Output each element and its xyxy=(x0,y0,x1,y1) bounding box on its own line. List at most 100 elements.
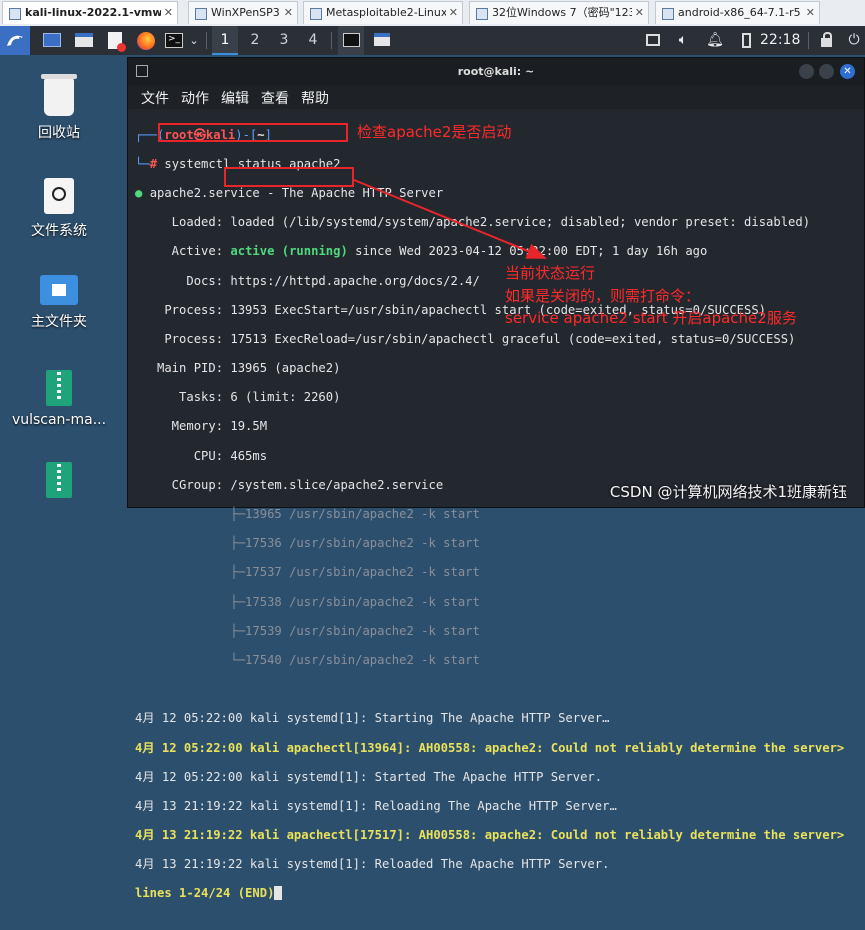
drive-icon xyxy=(44,178,74,214)
maximize-button[interactable] xyxy=(819,64,834,79)
csdn-watermark: CSDN @计算机网络技术1班康新钰 xyxy=(609,483,847,501)
vm-icon xyxy=(310,8,322,20)
terminal-titlebar[interactable]: root@kali: ~ ✕ xyxy=(128,58,864,85)
close-icon[interactable]: ✕ xyxy=(449,2,458,24)
volume-icon[interactable]: 🔈︎ xyxy=(672,26,694,55)
network-icon[interactable] xyxy=(642,26,664,55)
desktop-icon-vulscan[interactable]: vulscan-ma... xyxy=(0,370,118,428)
cgroup-process: └─17540 /usr/sbin/apache2 -k start xyxy=(135,652,480,667)
log-line-warning: 4月 13 21:19:22 kali apachectl[17517]: AH… xyxy=(135,828,845,843)
close-icon[interactable]: ✕ xyxy=(635,2,644,24)
power-icon[interactable]: ⏻ xyxy=(844,26,864,55)
process-line: Process: 17513 ExecReload=/usr/sbin/apac… xyxy=(135,331,796,346)
chevron-down-icon[interactable]: ⌄ xyxy=(186,26,202,55)
menu-view[interactable]: 查看 xyxy=(261,88,289,108)
home-folder-icon xyxy=(40,275,78,305)
vm-icon xyxy=(476,8,488,20)
close-icon[interactable]: ✕ xyxy=(164,2,173,24)
annotation-command-box xyxy=(158,123,348,142)
log-line-warning: 4月 12 05:22:00 kali apachectl[13964]: AH… xyxy=(135,740,845,755)
annotation-active-box xyxy=(224,167,354,187)
cgroup-process: ├─17538 /usr/sbin/apache2 -k start xyxy=(135,594,480,609)
menu-action[interactable]: 动作 xyxy=(181,88,209,108)
cgroup-process: ├─17536 /usr/sbin/apache2 -k start xyxy=(135,536,480,551)
annotation-command-note: 检查apache2是否启动 xyxy=(357,123,512,141)
panel-separator xyxy=(331,32,332,49)
active-state: active (running) xyxy=(230,244,348,259)
close-icon[interactable]: ✕ xyxy=(284,2,293,24)
firefox-icon[interactable] xyxy=(134,26,158,55)
terminal-title: root@kali: ~ xyxy=(457,65,535,78)
workspace-2[interactable]: 2 xyxy=(242,26,268,55)
vm-tab-winxp[interactable]: WinXPenSP3 ✕ xyxy=(188,1,298,24)
desktop-icon-label: 主文件夹 xyxy=(31,314,87,330)
menu-edit[interactable]: 编辑 xyxy=(221,88,249,108)
menu-help[interactable]: 帮助 xyxy=(301,88,329,108)
file-manager-icon[interactable] xyxy=(72,26,96,55)
pager-status-line: lines 1-24/24 (END) xyxy=(135,886,860,901)
docs-line: Docs: https://httpd.apache.org/docs/2.4/ xyxy=(135,273,480,288)
service-line: ● apache2.service - The Apache HTTP Serv… xyxy=(135,185,444,200)
vm-tab-android[interactable]: android-x86_64-7.1-r5 ✕ xyxy=(655,1,820,24)
close-icon[interactable]: ✕ xyxy=(806,2,815,24)
minimize-button[interactable] xyxy=(799,64,814,79)
cgroup-process: ├─17539 /usr/sbin/apache2 -k start xyxy=(135,623,480,638)
menu-file[interactable]: 文件 xyxy=(141,88,169,108)
desktop-icon-archive[interactable] xyxy=(0,462,118,498)
log-line: 4月 13 21:19:22 kali systemd[1]: Reloaded… xyxy=(135,857,610,872)
close-button[interactable]: ✕ xyxy=(840,64,855,79)
annotation-status-note-1: 当前状态运行 xyxy=(505,264,596,282)
terminal-launcher-icon[interactable]: >_ xyxy=(163,26,185,55)
archive-icon xyxy=(46,370,72,406)
desktop-icon-home[interactable]: 主文件夹 xyxy=(0,275,118,331)
panel-separator xyxy=(808,32,809,49)
panel-clock[interactable]: 22:18 xyxy=(760,26,800,55)
notification-bell-icon[interactable]: 🔔︎ xyxy=(704,26,726,55)
annotation-status-note-3: service apache2 start 开启apache2服务 xyxy=(505,309,797,327)
battery-icon xyxy=(736,26,756,55)
vm-tab-label: WinXPenSP3 xyxy=(211,6,280,19)
vm-icon xyxy=(662,8,674,20)
desktop-icon-filesystem[interactable]: 文件系统 xyxy=(0,178,118,240)
desktop-icon-trash[interactable]: 回收站 xyxy=(0,74,118,142)
trash-icon xyxy=(41,74,77,116)
annotation-status-note-2: 如果是关闭的，则需打命令： xyxy=(505,287,701,305)
workspace-1[interactable]: 1 xyxy=(212,26,238,55)
panel-separator xyxy=(206,32,207,49)
vm-tab-strip: kali-linux-2022.1-vmware... ✕ WinXPenSP3… xyxy=(0,0,865,27)
log-line: 4月 12 05:22:00 kali systemd[1]: Starting… xyxy=(135,711,610,726)
show-desktop-icon[interactable] xyxy=(40,26,64,55)
cursor xyxy=(274,886,282,901)
cgroup-process: ├─13965 /usr/sbin/apache2 -k start xyxy=(135,507,480,522)
taskbar-files-window[interactable] xyxy=(370,26,394,55)
cgroup-process: ├─17537 /usr/sbin/apache2 -k start xyxy=(135,565,480,580)
cpu-line: CPU: 465ms xyxy=(135,448,268,463)
vm-tab-label: 32位Windows 7（密码"1234... xyxy=(492,6,632,19)
vm-tab-kali[interactable]: kali-linux-2022.1-vmware... ✕ xyxy=(2,1,178,24)
terminal-menubar: 文件 动作 编辑 查看 帮助 xyxy=(128,85,864,109)
log-line: 4月 13 21:19:22 kali systemd[1]: Reloadin… xyxy=(135,798,617,813)
workspace-3[interactable]: 3 xyxy=(271,26,297,55)
tasks-line: Tasks: 6 (limit: 2260) xyxy=(135,390,341,405)
top-panel: >_ ⌄ 1 2 3 4 🔈︎ 🔔︎ 22:18 ⏻ xyxy=(0,26,865,55)
lock-icon[interactable] xyxy=(816,26,836,55)
vm-tab-label: kali-linux-2022.1-vmware... xyxy=(25,6,161,19)
vm-icon xyxy=(195,8,207,20)
vm-tab-metasploitable[interactable]: Metasploitable2-Linux ✕ xyxy=(303,1,463,24)
desktop-icon-label: vulscan-ma... xyxy=(11,412,107,428)
vm-tab-label: Metasploitable2-Linux xyxy=(326,6,446,19)
taskbar-terminal-window[interactable] xyxy=(338,26,364,55)
active-line: Active: active (running) since Wed 2023-… xyxy=(135,244,708,259)
memory-line: Memory: 19.5M xyxy=(135,419,268,434)
loaded-line: Loaded: loaded (/lib/systemd/system/apac… xyxy=(135,215,811,230)
archive-icon xyxy=(46,462,72,498)
text-editor-icon[interactable] xyxy=(103,26,127,55)
pager-status: lines 1-24/24 (END) xyxy=(135,886,275,901)
vm-tab-label: android-x86_64-7.1-r5 xyxy=(678,6,801,19)
workspace-4[interactable]: 4 xyxy=(300,26,326,55)
vm-tab-win7[interactable]: 32位Windows 7（密码"1234... ✕ xyxy=(469,1,649,24)
desktop-icon-label: 文件系统 xyxy=(31,223,87,239)
kali-menu-icon[interactable] xyxy=(0,26,30,55)
mainpid-line: Main PID: 13965 (apache2) xyxy=(135,361,341,376)
